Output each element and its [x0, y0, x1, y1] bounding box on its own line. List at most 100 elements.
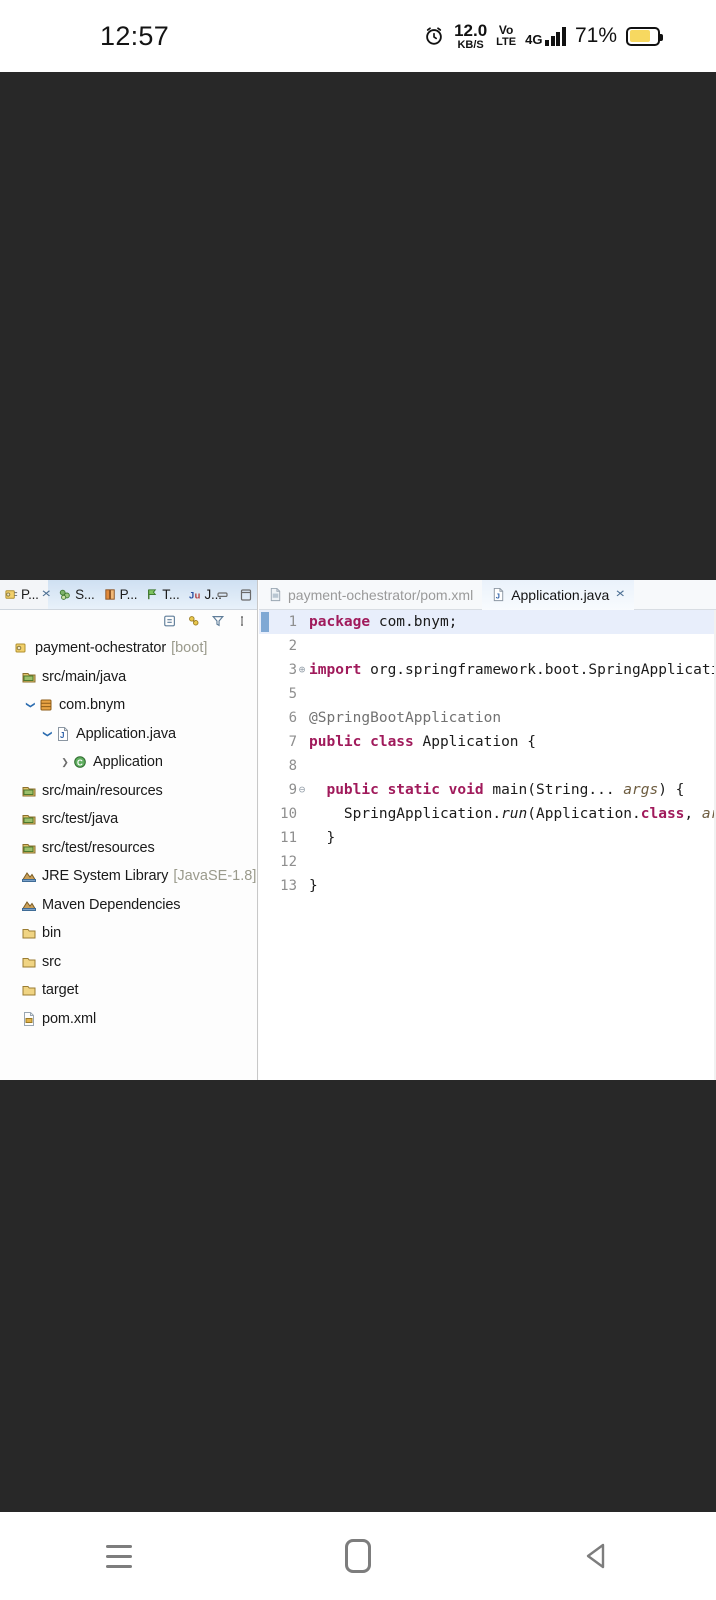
- code-line: 8: [259, 754, 716, 778]
- tree-item-label: JRE System Library: [42, 868, 169, 885]
- source-folder-icon: [22, 843, 36, 854]
- code-token: Application {: [413, 734, 536, 750]
- tree-item-label: pom.xml: [42, 1010, 97, 1027]
- code-text: public class Application {: [307, 730, 536, 754]
- source-folder-icon: [22, 786, 36, 797]
- editor-tab-label: payment-ochestrator/pom.xml: [288, 586, 474, 603]
- filter-icon[interactable]: [211, 614, 225, 628]
- recent-apps-icon: [106, 1544, 133, 1568]
- folder-icon: [22, 957, 36, 968]
- recent-apps-button[interactable]: [0, 1512, 239, 1600]
- xml-file-icon: [270, 587, 281, 602]
- chevron-down-icon[interactable]: ❯: [24, 698, 38, 712]
- tree-item-suffix: [JavaSE-1.8]: [173, 868, 257, 885]
- source-folder-icon: [22, 672, 36, 683]
- tree-item[interactable]: ❯ J Application.java: [0, 720, 257, 749]
- code-token: com.bnym;: [370, 614, 458, 630]
- link-with-editor-icon[interactable]: [187, 614, 201, 628]
- tree-item[interactable]: src/test/resources: [0, 834, 257, 863]
- view-tab-project-explorer[interactable]: P...: [99, 580, 142, 610]
- code-token: import: [309, 662, 362, 678]
- signal-bars-icon: 4G: [525, 26, 566, 47]
- editor-tab-label: Application.java: [511, 586, 610, 603]
- tree-item[interactable]: src/main/resources: [0, 777, 257, 806]
- view-window-controls: [216, 580, 253, 610]
- code-token: ) {: [658, 782, 685, 798]
- network-type-label: 4G: [525, 31, 543, 47]
- code-fold-toggle[interactable]: ⊖: [297, 778, 307, 802]
- tree-item-label: Application: [93, 754, 163, 771]
- view-tab-servers[interactable]: S...: [54, 580, 98, 610]
- code-line: 10 SpringApplication.run(Application.cla…: [259, 802, 716, 826]
- maximize-icon[interactable]: [239, 588, 253, 602]
- project-explorer-icon: [104, 589, 115, 600]
- collapse-all-icon[interactable]: [163, 614, 177, 628]
- network-speed: 12.0 KB/S: [454, 22, 487, 51]
- tree-item[interactable]: src: [0, 948, 257, 977]
- editor-gutter-marker: [259, 826, 271, 850]
- code-token: }: [309, 830, 336, 846]
- line-number: 3: [288, 662, 297, 678]
- back-button[interactable]: [477, 1512, 716, 1600]
- code-editor[interactable]: 1 package com.bnym; 2 3 ⊕ import org.springfr…: [259, 610, 716, 1080]
- tree-item[interactable]: src/main/java: [0, 663, 257, 692]
- tree-item[interactable]: pom.xml: [0, 1005, 257, 1034]
- java-file-icon: J: [58, 726, 68, 741]
- code-text: }: [307, 874, 318, 898]
- svg-text:u: u: [194, 590, 200, 600]
- battery-icon: [626, 26, 663, 46]
- code-line: 2: [259, 634, 716, 658]
- tree-item[interactable]: JRE System Library [JavaSE-1.8]: [0, 862, 257, 891]
- svg-text:C: C: [77, 759, 83, 768]
- line-number: 13: [280, 878, 297, 894]
- view-tab-close-icon[interactable]: ✕: [41, 589, 51, 600]
- package-icon: [40, 699, 52, 711]
- chevron-down-icon[interactable]: ❯: [41, 727, 55, 741]
- package-explorer-view: P... ✕ S... P... T... J u J... payment-o…: [0, 580, 258, 1080]
- minimize-icon[interactable]: [216, 589, 230, 601]
- view-tab-task-list[interactable]: T...: [141, 580, 183, 610]
- tree-item[interactable]: Maven Dependencies: [0, 891, 257, 920]
- library-icon: [22, 900, 36, 911]
- editor-tab-close-icon[interactable]: ✕: [615, 589, 625, 600]
- status-icons: 12.0 KB/S Vo LTE 4G 71%: [423, 22, 663, 51]
- tree-item[interactable]: ❯ C Application: [0, 748, 257, 777]
- line-number: 11: [280, 830, 297, 846]
- tree-item[interactable]: ❯ com.bnym: [0, 691, 257, 720]
- editor-tab-pom-xml[interactable]: payment-ochestrator/pom.xml: [259, 580, 482, 610]
- home-button[interactable]: [239, 1512, 478, 1600]
- tree-item[interactable]: target: [0, 976, 257, 1005]
- source-folder-icon: [22, 815, 36, 825]
- library-icon: [22, 872, 36, 883]
- editor-gutter-marker: [259, 610, 271, 634]
- chevron-right-icon[interactable]: ❯: [58, 755, 72, 769]
- tree-item-label: src: [42, 953, 62, 970]
- view-menu-icon[interactable]: [235, 614, 249, 628]
- tree-item[interactable]: payment-ochestrator [boot]: [0, 634, 257, 663]
- tree-item[interactable]: bin: [0, 919, 257, 948]
- line-number: 5: [288, 686, 297, 702]
- code-token: ,: [684, 806, 702, 822]
- dark-backdrop-top: [0, 72, 716, 580]
- code-text: }: [307, 826, 335, 850]
- eclipse-ide-window: P... ✕ S... P... T... J u J... payment-o…: [0, 580, 716, 1080]
- tree-item-suffix: [boot]: [171, 640, 208, 657]
- code-token: main(String...: [483, 782, 624, 798]
- tree-item[interactable]: src/test/java: [0, 805, 257, 834]
- status-bar: 12:57 12.0 KB/S Vo LTE 4G 71%: [0, 0, 716, 72]
- code-text: @SpringBootApplication: [307, 706, 501, 730]
- project-icon: [15, 643, 26, 653]
- home-icon: [345, 1539, 371, 1573]
- code-token: @SpringBootApplication: [309, 710, 502, 726]
- code-token: package: [309, 614, 371, 630]
- editor-gutter-marker: [259, 850, 271, 874]
- editor-tab-application-java[interactable]: J Application.java ✕: [482, 580, 634, 610]
- code-fold-toggle[interactable]: ⊕: [297, 658, 307, 682]
- view-tab-package-explorer[interactable]: P... ✕: [0, 580, 54, 610]
